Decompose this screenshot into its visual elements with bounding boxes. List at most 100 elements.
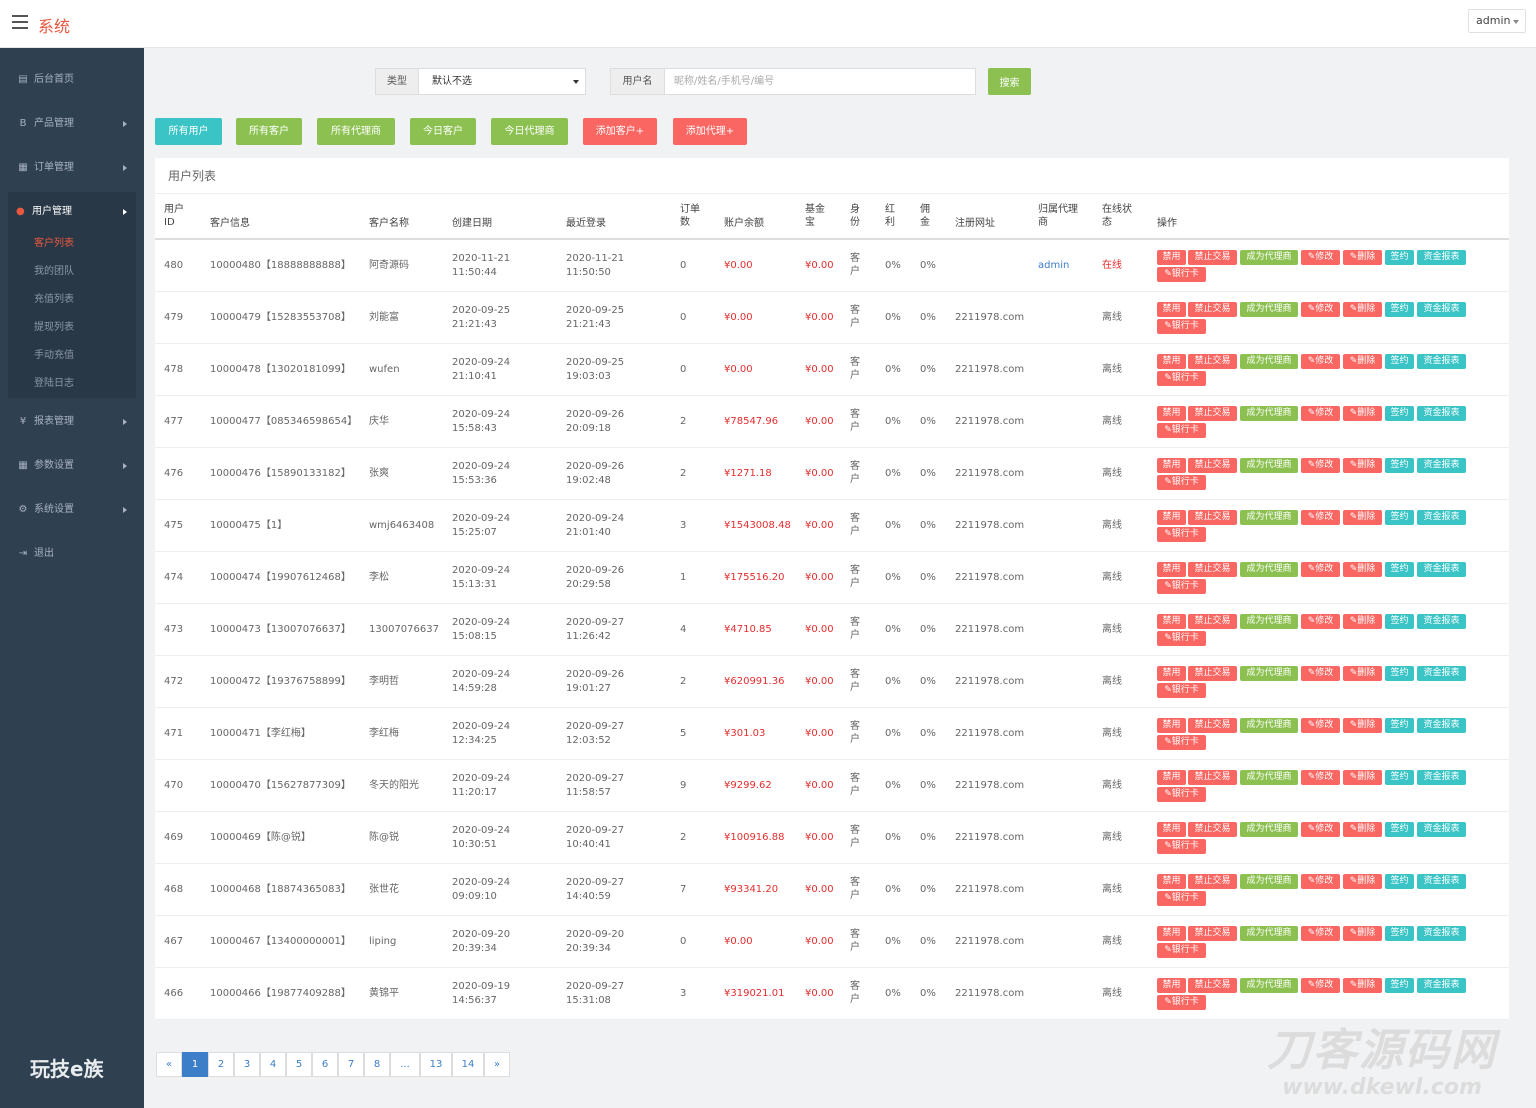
page-button[interactable]: 14 bbox=[452, 1052, 484, 1077]
action-button[interactable]: 资金报表 bbox=[1417, 354, 1466, 369]
action-button[interactable]: 签约 bbox=[1385, 666, 1414, 681]
action-button[interactable]: 禁止交易 bbox=[1188, 458, 1237, 473]
page-button[interactable]: 1 bbox=[182, 1052, 208, 1077]
action-button[interactable]: ✎修改 bbox=[1301, 354, 1340, 369]
action-button[interactable]: ✎银行卡 bbox=[1157, 319, 1206, 334]
action-button[interactable]: 资金报表 bbox=[1417, 302, 1466, 317]
menu-icon[interactable] bbox=[12, 15, 28, 31]
action-button[interactable]: 禁用 bbox=[1157, 250, 1186, 265]
action-button[interactable]: 禁止交易 bbox=[1188, 354, 1237, 369]
type-filter-select[interactable]: 默认不选 bbox=[418, 68, 586, 95]
action-button[interactable]: ✎删除 bbox=[1343, 354, 1382, 369]
sidebar-item-orders[interactable]: ▦ 订单管理 bbox=[0, 146, 144, 190]
action-button[interactable]: ✎银行卡 bbox=[1157, 267, 1206, 282]
page-button[interactable]: 8 bbox=[364, 1052, 390, 1077]
action-button[interactable]: 禁止交易 bbox=[1188, 510, 1237, 525]
sidebar-subitem[interactable]: 提现列表 bbox=[34, 314, 134, 342]
action-button[interactable]: 签约 bbox=[1385, 354, 1414, 369]
action-button[interactable]: ✎删除 bbox=[1343, 718, 1382, 733]
page-next-button[interactable]: » bbox=[484, 1052, 510, 1077]
action-button[interactable]: 资金报表 bbox=[1417, 978, 1466, 993]
action-button[interactable]: 禁用 bbox=[1157, 354, 1186, 369]
sidebar-subitem[interactable]: 手动充值 bbox=[34, 342, 134, 370]
action-button[interactable]: ✎银行卡 bbox=[1157, 631, 1206, 646]
action-button[interactable]: 禁用 bbox=[1157, 458, 1186, 473]
action-button[interactable]: ✎删除 bbox=[1343, 822, 1382, 837]
filter-button[interactable]: 所有客户 bbox=[236, 118, 302, 145]
action-button[interactable]: 资金报表 bbox=[1417, 666, 1466, 681]
action-button[interactable]: 签约 bbox=[1385, 614, 1414, 629]
action-button[interactable]: ✎删除 bbox=[1343, 562, 1382, 577]
action-button[interactable]: ✎删除 bbox=[1343, 666, 1382, 681]
action-button[interactable]: 成为代理商 bbox=[1240, 978, 1298, 993]
action-button[interactable]: ✎修改 bbox=[1301, 770, 1340, 785]
action-button[interactable]: 禁用 bbox=[1157, 406, 1186, 421]
action-button[interactable]: 成为代理商 bbox=[1240, 666, 1298, 681]
action-button[interactable]: 签约 bbox=[1385, 770, 1414, 785]
action-button[interactable]: 禁用 bbox=[1157, 874, 1186, 889]
action-button[interactable]: ✎删除 bbox=[1343, 614, 1382, 629]
action-button[interactable]: 签约 bbox=[1385, 302, 1414, 317]
action-button[interactable]: 资金报表 bbox=[1417, 510, 1466, 525]
action-button[interactable]: 签约 bbox=[1385, 822, 1414, 837]
sidebar-subitem[interactable]: 充值列表 bbox=[34, 286, 134, 314]
action-button[interactable]: 成为代理商 bbox=[1240, 822, 1298, 837]
action-button[interactable]: 资金报表 bbox=[1417, 926, 1466, 941]
action-button[interactable]: 成为代理商 bbox=[1240, 250, 1298, 265]
action-button[interactable]: 禁止交易 bbox=[1188, 250, 1237, 265]
action-button[interactable]: 签约 bbox=[1385, 718, 1414, 733]
action-button[interactable]: 禁止交易 bbox=[1188, 666, 1237, 681]
page-prev-button[interactable]: « bbox=[156, 1052, 182, 1077]
action-button[interactable]: 禁止交易 bbox=[1188, 562, 1237, 577]
action-button[interactable]: 签约 bbox=[1385, 510, 1414, 525]
action-button[interactable]: 资金报表 bbox=[1417, 406, 1466, 421]
sidebar-item-yen[interactable]: ¥ 报表管理 bbox=[0, 400, 144, 444]
action-button[interactable]: ✎删除 bbox=[1343, 770, 1382, 785]
action-button[interactable]: ✎银行卡 bbox=[1157, 735, 1206, 750]
action-button[interactable]: ✎银行卡 bbox=[1157, 943, 1206, 958]
action-button[interactable]: ✎银行卡 bbox=[1157, 579, 1206, 594]
action-button[interactable]: 资金报表 bbox=[1417, 718, 1466, 733]
action-button[interactable]: 成为代理商 bbox=[1240, 510, 1298, 525]
sidebar-item-dashboard[interactable]: ▤ 后台首页 bbox=[0, 58, 144, 102]
action-button[interactable]: 禁止交易 bbox=[1188, 874, 1237, 889]
action-button[interactable]: ✎删除 bbox=[1343, 458, 1382, 473]
action-button[interactable]: 成为代理商 bbox=[1240, 718, 1298, 733]
action-button[interactable]: 资金报表 bbox=[1417, 614, 1466, 629]
page-button[interactable]: 5 bbox=[286, 1052, 312, 1077]
sidebar-subitem[interactable]: 我的团队 bbox=[34, 258, 134, 286]
action-button[interactable]: ✎修改 bbox=[1301, 406, 1340, 421]
sidebar-subitem[interactable]: 登陆日志 bbox=[34, 370, 134, 398]
action-button[interactable]: 禁用 bbox=[1157, 822, 1186, 837]
action-button[interactable]: ✎修改 bbox=[1301, 978, 1340, 993]
page-button[interactable]: 4 bbox=[260, 1052, 286, 1077]
username-search-input[interactable] bbox=[664, 68, 976, 95]
action-button[interactable]: ✎删除 bbox=[1343, 978, 1382, 993]
filter-button[interactable]: 今日代理商 bbox=[491, 118, 568, 145]
action-button[interactable]: 禁止交易 bbox=[1188, 718, 1237, 733]
filter-button[interactable]: 添加客户+ bbox=[583, 118, 657, 145]
page-button[interactable]: 7 bbox=[338, 1052, 364, 1077]
action-button[interactable]: 成为代理商 bbox=[1240, 302, 1298, 317]
filter-button[interactable]: 所有用户 bbox=[155, 118, 222, 145]
action-button[interactable]: ✎删除 bbox=[1343, 874, 1382, 889]
action-button[interactable]: 签约 bbox=[1385, 562, 1414, 577]
action-button[interactable]: 资金报表 bbox=[1417, 562, 1466, 577]
action-button[interactable]: ✎修改 bbox=[1301, 874, 1340, 889]
action-button[interactable]: 成为代理商 bbox=[1240, 874, 1298, 889]
action-button[interactable]: ✎银行卡 bbox=[1157, 371, 1206, 386]
action-button[interactable]: ✎修改 bbox=[1301, 718, 1340, 733]
action-button[interactable]: 成为代理商 bbox=[1240, 926, 1298, 941]
action-button[interactable]: 禁止交易 bbox=[1188, 822, 1237, 837]
action-button[interactable]: 签约 bbox=[1385, 874, 1414, 889]
action-button[interactable]: 资金报表 bbox=[1417, 874, 1466, 889]
action-button[interactable]: ✎银行卡 bbox=[1157, 527, 1206, 542]
page-button[interactable]: 6 bbox=[312, 1052, 338, 1077]
action-button[interactable]: ✎银行卡 bbox=[1157, 683, 1206, 698]
action-button[interactable]: 禁用 bbox=[1157, 926, 1186, 941]
sidebar-item-user[interactable]: ● 用户管理 bbox=[8, 192, 136, 232]
action-button[interactable]: ✎删除 bbox=[1343, 250, 1382, 265]
action-button[interactable]: ✎修改 bbox=[1301, 926, 1340, 941]
action-button[interactable]: 成为代理商 bbox=[1240, 354, 1298, 369]
action-button[interactable]: ✎修改 bbox=[1301, 510, 1340, 525]
